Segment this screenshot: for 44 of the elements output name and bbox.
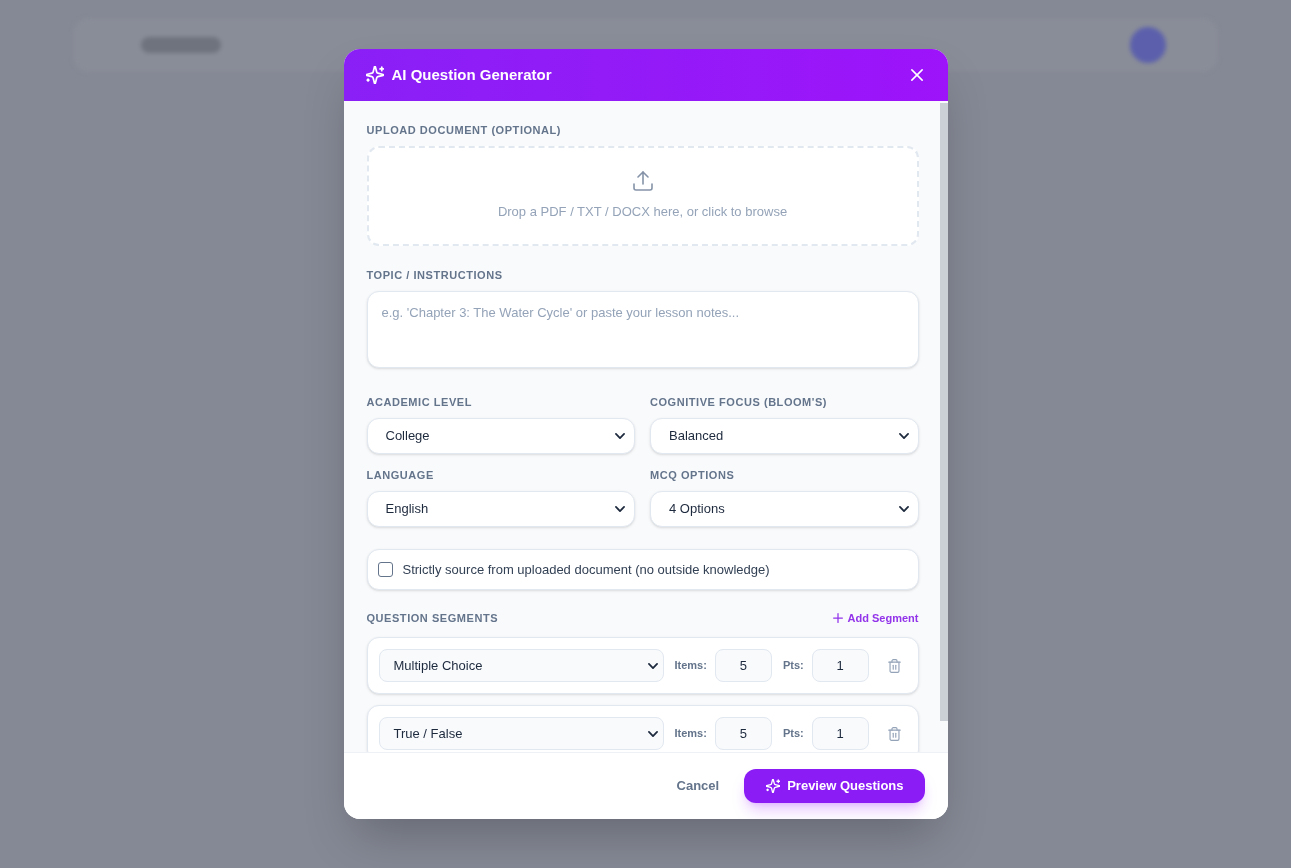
question-type-dropdown[interactable]: True / False [378,717,664,750]
question-type-dropdown[interactable]: Multiple Choice [378,649,664,682]
chevron-down-icon [615,506,625,512]
items-field[interactable]: 5 [714,649,772,682]
field-label: COGNITIVE FOCUS (BLOOM'S) [650,395,829,409]
field-label: MCQ OPTIONS [650,468,736,482]
points-field[interactable]: 1 [811,649,869,682]
topic-label: TOPIC / INSTRUCTIONS [366,268,504,282]
chevron-down-icon [898,506,909,512]
items-field[interactable]: 5 [714,717,772,750]
trash-icon[interactable] [887,658,901,673]
section-label: QUESTION SEGMENTS [366,611,499,625]
points-label: Pts: [782,726,804,742]
chevron-down-icon [615,433,625,439]
sparkles-icon [365,66,384,84]
cancel-button[interactable]: Cancel [664,768,732,804]
blurred-avatar [1130,27,1166,63]
field-label: ACADEMIC LEVEL [366,395,473,409]
chevron-down-icon [898,433,909,439]
dropdown[interactable]: Balanced [650,418,919,454]
trash-icon[interactable] [887,726,901,741]
field-label: LANGUAGE [366,468,435,482]
dropdown[interactable]: 4 Options [650,491,919,527]
points-label: Pts: [782,658,804,674]
close-icon [910,69,923,81]
add-segment-button[interactable]: Add Segment [832,611,919,625]
strict-source-label: Strictly source from uploaded document (no outside knowledge) [402,560,770,579]
upload-label: UPLOAD DOCUMENT (OPTIONAL) [366,123,563,137]
sparkles-icon [766,779,781,793]
items-label: Items: [674,658,707,674]
dropzone-prompt: Drop a PDF / TXT / DOCX here, or click to browse [497,202,788,221]
preview-questions-button[interactable]: Preview Questions [744,769,925,803]
plus-icon [832,613,843,623]
upload-icon [632,170,653,191]
topic-field[interactable]: e.g. 'Chapter 3: The Water Cycle' or paste your lesson notes... [366,291,919,368]
chevron-down-icon [647,730,658,737]
scrollbar-thumb[interactable] [939,103,948,721]
checkbox[interactable] [377,562,393,577]
dropdown[interactable]: College [366,418,635,454]
chevron-down-icon [647,662,658,669]
dialog-title: AI Question Generator [391,64,552,85]
points-field[interactable]: 1 [811,717,869,750]
dropdown[interactable]: English [366,491,635,527]
items-label: Items: [674,726,707,742]
